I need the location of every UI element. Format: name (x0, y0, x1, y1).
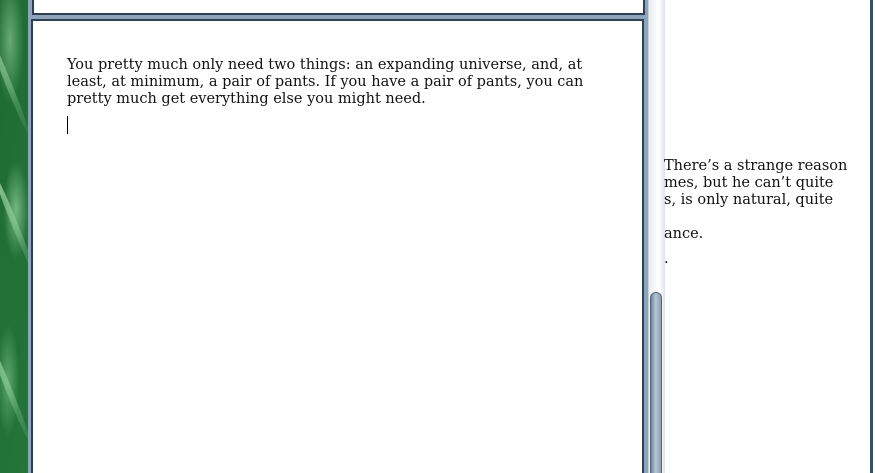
text-line: . (664, 251, 669, 267)
document-paragraph[interactable]: You pretty much only need two things: an… (67, 57, 607, 108)
text-cursor (67, 116, 68, 134)
text-line: There’s a strange reason (664, 158, 848, 174)
upper-window-content[interactable] (32, 0, 645, 15)
scrollbar-thumb[interactable] (650, 292, 662, 473)
text-line: ance. (664, 226, 704, 242)
text-line: mes, but he can’t quite (664, 175, 834, 191)
window-edge (870, 0, 873, 473)
background-document-text[interactable]: There’s a strange reason mes, but he can… (664, 158, 870, 288)
text-line: s, is only natural, quite (664, 192, 834, 208)
